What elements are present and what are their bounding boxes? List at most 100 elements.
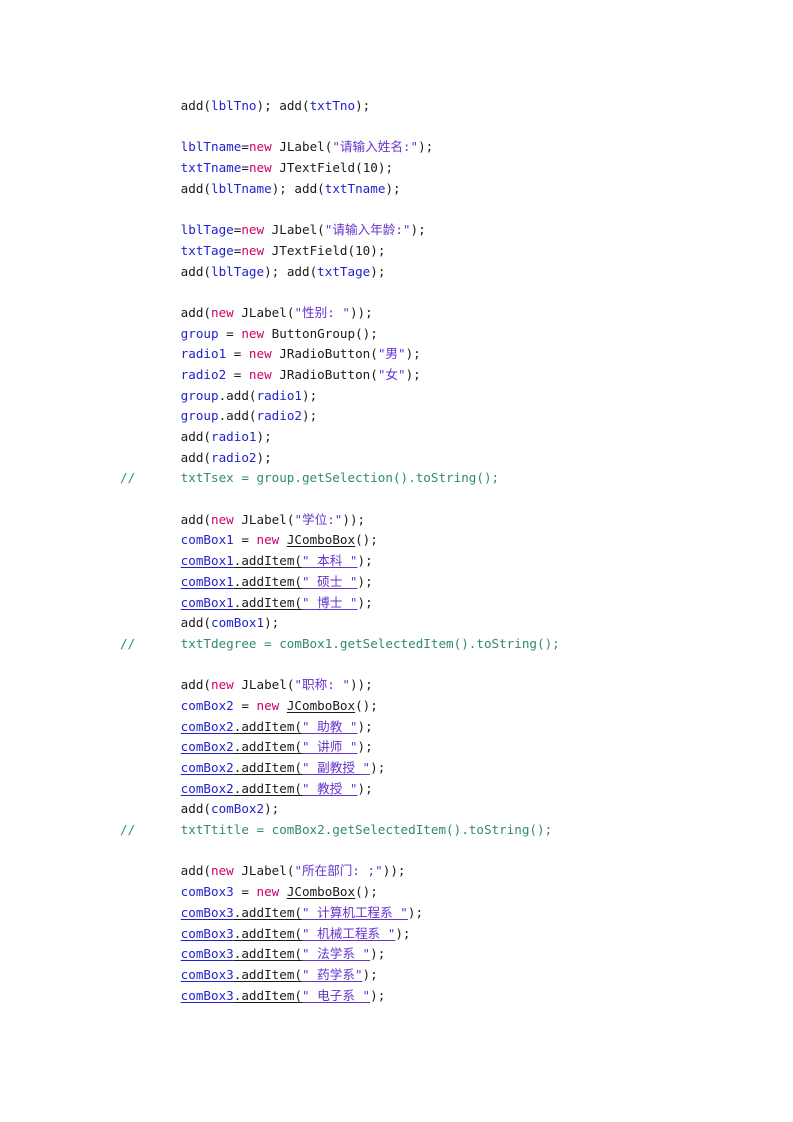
- code-line: group.add(radio1);: [120, 386, 770, 407]
- code-token-plain: .addItem(: [233, 739, 302, 755]
- code-token-var: lblTno: [211, 98, 257, 113]
- code-token-num: 10: [355, 242, 371, 258]
- code-token-var: comBox1: [180, 553, 234, 569]
- code-token-var: comBox2: [211, 801, 265, 817]
- code-token-str: "学位:": [294, 511, 343, 527]
- code-token-str: " 本科 ": [302, 553, 358, 569]
- code-token-var: group: [180, 325, 219, 341]
- code-token-kw: new: [256, 884, 280, 900]
- code-token-kw: new: [248, 346, 272, 362]
- code-token-kw: new: [248, 366, 272, 382]
- code-token-plain: ); add(: [271, 180, 325, 196]
- code-line: comBox2.addItem(" 助教 ");: [120, 717, 770, 738]
- code-token-var: lblTname: [180, 139, 242, 155]
- code-token-num: 10: [362, 160, 378, 176]
- code-token-plain: JTextField(: [264, 242, 356, 258]
- code-token-plain: JLabel(: [233, 304, 295, 320]
- code-token-var: radio2: [211, 449, 257, 465]
- code-token-var: comBox3: [180, 987, 234, 1003]
- code-line: comBox3.addItem(" 机械工程系 ");: [120, 924, 770, 945]
- code-token-var: comBox2: [180, 739, 234, 755]
- code-token-str: " 药学系": [302, 966, 363, 982]
- code-token-plain: add(: [180, 801, 212, 817]
- code-token-plain: .addItem(: [233, 904, 302, 920]
- code-token-plain: .addItem(: [233, 925, 302, 941]
- code-token-str: "女": [377, 366, 406, 382]
- code-line: comBox1.addItem(" 博士 ");: [120, 593, 770, 614]
- code-token-var: radio1: [211, 429, 257, 444]
- code-line: comBox2.addItem(" 教授 ");: [120, 779, 770, 800]
- code-token-plain: ButtonGroup();: [264, 325, 378, 341]
- code-token-str: " 讲师 ": [302, 739, 358, 755]
- code-token-str: " 助教 ": [302, 718, 358, 734]
- code-token-plain: =: [233, 884, 257, 900]
- code-token-plain: );: [357, 780, 373, 796]
- code-token-plain: .addItem(: [233, 760, 302, 775]
- code-token-str: " 电子系 ": [302, 987, 371, 1003]
- code-token-plain: );: [357, 739, 373, 755]
- code-line: comBox2 = new JComboBox();: [120, 696, 770, 717]
- code-line: comBox3.addItem(" 药学系");: [120, 965, 770, 986]
- code-token-plain: add(: [180, 263, 212, 279]
- code-line: add(new JLabel("职称: "));: [120, 675, 770, 696]
- code-line: group = new ButtonGroup();: [120, 324, 770, 345]
- code-token-var: txtTno: [309, 98, 356, 113]
- code-line: radio1 = new JRadioButton("男");: [120, 344, 770, 365]
- code-token-plain: );: [355, 98, 371, 113]
- code-token-var: comBox1: [211, 615, 265, 631]
- code-token-plain: );: [264, 801, 280, 817]
- code-token-plain: JRadioButton(: [271, 346, 378, 362]
- code-line: lblTage=new JLabel("请输入年龄:");: [120, 220, 770, 241]
- code-token-var: group: [180, 387, 219, 403]
- code-token-plain: add(: [180, 304, 212, 320]
- code-line: add(lblTno); add(txtTno);: [120, 96, 770, 117]
- code-line: txtTname=new JTextField(10);: [120, 158, 770, 179]
- code-line: // txtTtitle = comBox2.getSelectedItem()…: [120, 820, 770, 841]
- code-token-var: radio1: [180, 346, 227, 362]
- code-line: comBox3 = new JComboBox();: [120, 882, 770, 903]
- code-token-var: comBox2: [180, 718, 234, 734]
- code-line: comBox1.addItem(" 本科 ");: [120, 551, 770, 572]
- code-token-plain: add(: [180, 677, 212, 693]
- code-token-var: lblTage: [211, 263, 265, 279]
- code-token-str: "职称: ": [294, 677, 350, 693]
- code-line: add(new JLabel("学位:"));: [120, 510, 770, 531]
- code-token-plain: .add(: [218, 408, 257, 424]
- code-token-plain: );: [407, 904, 424, 920]
- code-token-var: comBox1: [180, 532, 234, 548]
- code-token-plain: JComboBox: [286, 697, 356, 713]
- code-token-str: " 博士 ": [302, 594, 358, 610]
- code-token-plain: .addItem(: [233, 946, 302, 962]
- code-token-var: comBox3: [180, 966, 234, 982]
- code-line: add(radio2);: [120, 448, 770, 469]
- code-line: add(lblTage); add(txtTage);: [120, 262, 770, 283]
- code-token-kw: new: [256, 532, 280, 548]
- code-token-plain: );: [256, 429, 272, 444]
- code-token-plain: );: [395, 925, 411, 941]
- code-line: txtTage=new JTextField(10);: [120, 241, 770, 262]
- code-token-plain: add(: [180, 429, 212, 444]
